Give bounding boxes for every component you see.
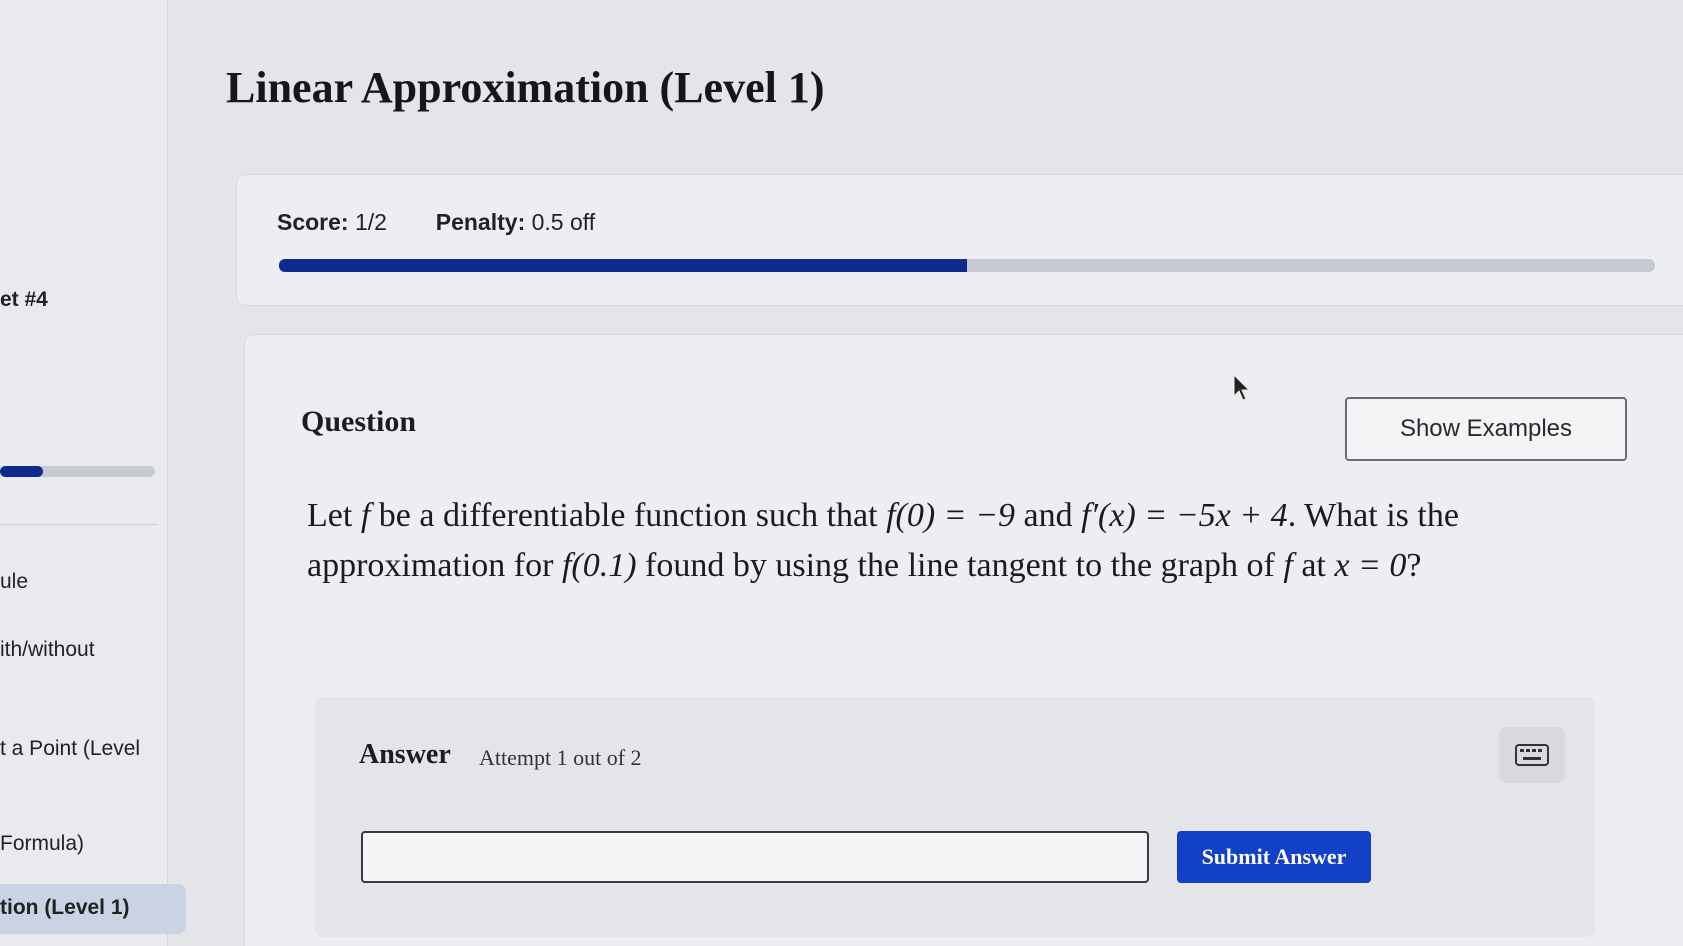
question-text: Let f be a differentiable function such … xyxy=(307,491,1567,591)
math-f: f xyxy=(360,497,371,534)
penalty-label: Penalty: xyxy=(435,209,526,235)
sidebar-item-active[interactable]: tion (Level 1) xyxy=(0,896,130,920)
score-card: Score: 1/2 Penalty: 0.5 off xyxy=(236,174,1683,306)
sidebar-item[interactable]: Formula) xyxy=(0,832,84,856)
question-heading: Question xyxy=(301,405,417,438)
sidebar-item[interactable]: ith/without xyxy=(0,638,95,662)
sidebar-item[interactable]: t a Point (Level xyxy=(0,737,140,761)
question-text-part: be a differentiable function such that xyxy=(370,497,887,534)
question-card: Question Show Examples Let f be a differ… xyxy=(244,334,1683,946)
math-expression: f(0) = −9 xyxy=(886,497,1016,534)
sidebar-set-label: et #4 xyxy=(0,288,48,311)
mouse-cursor-icon xyxy=(1233,374,1251,401)
penalty-value: 0.5 off xyxy=(531,209,596,235)
keyboard-icon xyxy=(1515,744,1549,766)
attempt-counter: Attempt 1 out of 2 xyxy=(479,745,642,770)
question-text-part: Let xyxy=(307,497,361,534)
question-text-part: at xyxy=(1292,547,1335,584)
math-expression: f(0.1) xyxy=(561,547,637,584)
math-expression: x = 0 xyxy=(1334,547,1407,584)
score-progress-bar xyxy=(279,259,1655,272)
submit-answer-button[interactable]: Submit Answer xyxy=(1177,831,1371,883)
answer-section: Answer Attempt 1 out of 2 Submit Answer xyxy=(315,697,1595,937)
sidebar-divider xyxy=(0,524,158,525)
score-progress-fill xyxy=(279,259,967,272)
sidebar: et #4 ule ith/without t a Point (Level F… xyxy=(0,0,186,946)
question-text-part: and xyxy=(1015,497,1082,534)
sidebar-item[interactable]: ule xyxy=(0,570,28,594)
score-value: 1/2 xyxy=(354,209,387,235)
keyboard-button[interactable] xyxy=(1499,727,1565,783)
score-line: Score: 1/2 Penalty: 0.5 off xyxy=(277,209,595,236)
answer-heading: Answer xyxy=(359,739,451,770)
show-examples-button[interactable]: Show Examples xyxy=(1345,397,1627,461)
math-expression: f′(x) = −5x + 4 xyxy=(1081,497,1288,534)
question-text-part: ? xyxy=(1406,547,1422,584)
page-title: Linear Approximation (Level 1) xyxy=(226,63,825,112)
question-text-part: found by using the line tangent to the g… xyxy=(636,547,1284,584)
sidebar-progress-fill xyxy=(0,466,44,477)
math-f: f xyxy=(1283,547,1293,584)
sidebar-progress-bar xyxy=(0,466,155,477)
score-label: Score: xyxy=(277,209,349,235)
answer-input[interactable] xyxy=(361,831,1149,883)
